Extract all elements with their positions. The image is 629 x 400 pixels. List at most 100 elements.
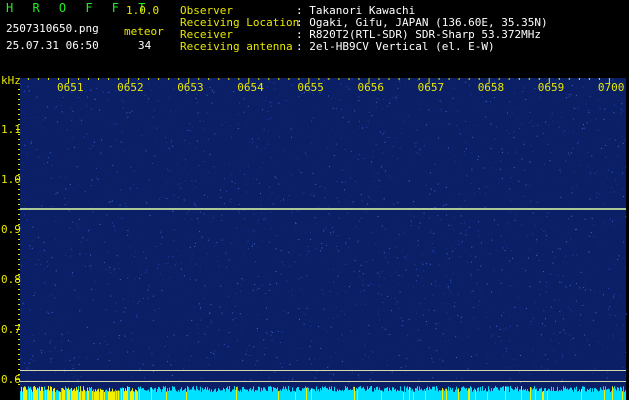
noise-speck [151,353,153,354]
noise-speck [82,236,84,238]
amplitude-bar [35,387,36,400]
noise-speck [422,263,424,265]
noise-speck [599,361,600,363]
noise-speck [551,113,553,115]
noise-speck [477,230,479,232]
noise-speck [434,280,436,282]
amplitude-bar [228,389,229,400]
noise-speck [220,197,222,198]
noise-speck [225,251,227,253]
amplitude-bar [458,388,459,400]
noise-speck [556,121,558,123]
noise-speck [445,183,447,185]
noise-speck [203,120,205,122]
noise-speck [92,102,94,104]
amplitude-bar [244,389,245,400]
amplitude-bar [397,389,398,400]
noise-speck [452,250,454,252]
noise-speck [603,118,605,120]
noise-speck [377,186,379,188]
noise-speck [464,153,466,155]
noise-speck [151,162,153,164]
noise-speck [377,292,379,294]
noise-speck [66,129,68,131]
amplitude-bar [395,388,396,400]
noise-speck [114,268,116,270]
amplitude-bar [296,388,297,400]
noise-speck [151,188,153,190]
noise-speck [178,275,180,277]
noise-speck [95,167,97,169]
noise-speck [556,348,557,350]
noise-speck [179,323,181,325]
antenna-label: Receiving antenna [180,40,293,53]
noise-speck [537,288,539,290]
noise-speck [477,159,479,161]
amplitude-bar [170,390,171,400]
noise-speck [588,112,590,114]
noise-speck [512,257,513,259]
noise-speck [143,146,145,148]
noise-speck [195,263,197,265]
noise-speck [240,259,242,261]
amplitude-bar [134,391,135,400]
noise-speck [193,202,195,204]
noise-speck [25,227,27,229]
noise-speck [283,362,285,364]
noise-speck [618,218,620,219]
noise-speck [327,174,329,176]
noise-speck [344,314,345,316]
noise-speck [505,367,507,369]
noise-speck [578,319,580,321]
amplitude-bar [452,388,453,400]
amplitude-bar [449,390,450,400]
noise-speck [79,118,81,120]
noise-speck [536,202,538,203]
noise-speck [220,285,222,287]
noise-speck [136,367,138,369]
noise-speck [608,288,609,290]
noise-speck [546,283,548,285]
noise-speck [249,355,251,356]
noise-speck [390,310,392,312]
y-minor-tick [18,219,20,220]
noise-speck [505,279,507,281]
noise-speck [260,204,262,206]
noise-speck [368,366,370,368]
noise-speck [126,178,127,180]
y-minor-tick [18,189,20,190]
amplitude-bar [327,388,328,400]
noise-speck [374,171,376,173]
noise-speck [221,220,223,221]
noise-speck [315,223,316,225]
noise-speck [312,173,314,175]
noise-speck [123,311,125,313]
y-minor-tick [18,119,20,120]
amplitude-bar [375,390,376,400]
noise-speck [253,346,255,348]
amplitude-bar [181,387,182,400]
noise-speck [148,83,150,85]
noise-speck [519,128,520,129]
noise-speck [78,184,80,186]
noise-speck [371,372,373,373]
amplitude-bar [564,388,565,400]
noise-speck [207,171,209,173]
noise-speck [245,180,247,181]
noise-speck [622,142,624,144]
noise-speck [40,263,42,265]
noise-speck [453,306,455,308]
noise-speck [453,87,455,89]
amplitude-bar [583,386,584,400]
amplitude-bar [306,387,307,400]
amplitude-bar [242,387,243,400]
noise-speck [99,109,100,111]
amplitude-bar [441,390,442,400]
amplitude-bar [40,390,41,400]
noise-speck [375,101,377,103]
amplitude-bar [85,391,86,400]
noise-speck [214,133,216,135]
noise-speck [481,294,483,296]
amplitude-bar [202,387,203,400]
noise-speck [459,243,461,244]
